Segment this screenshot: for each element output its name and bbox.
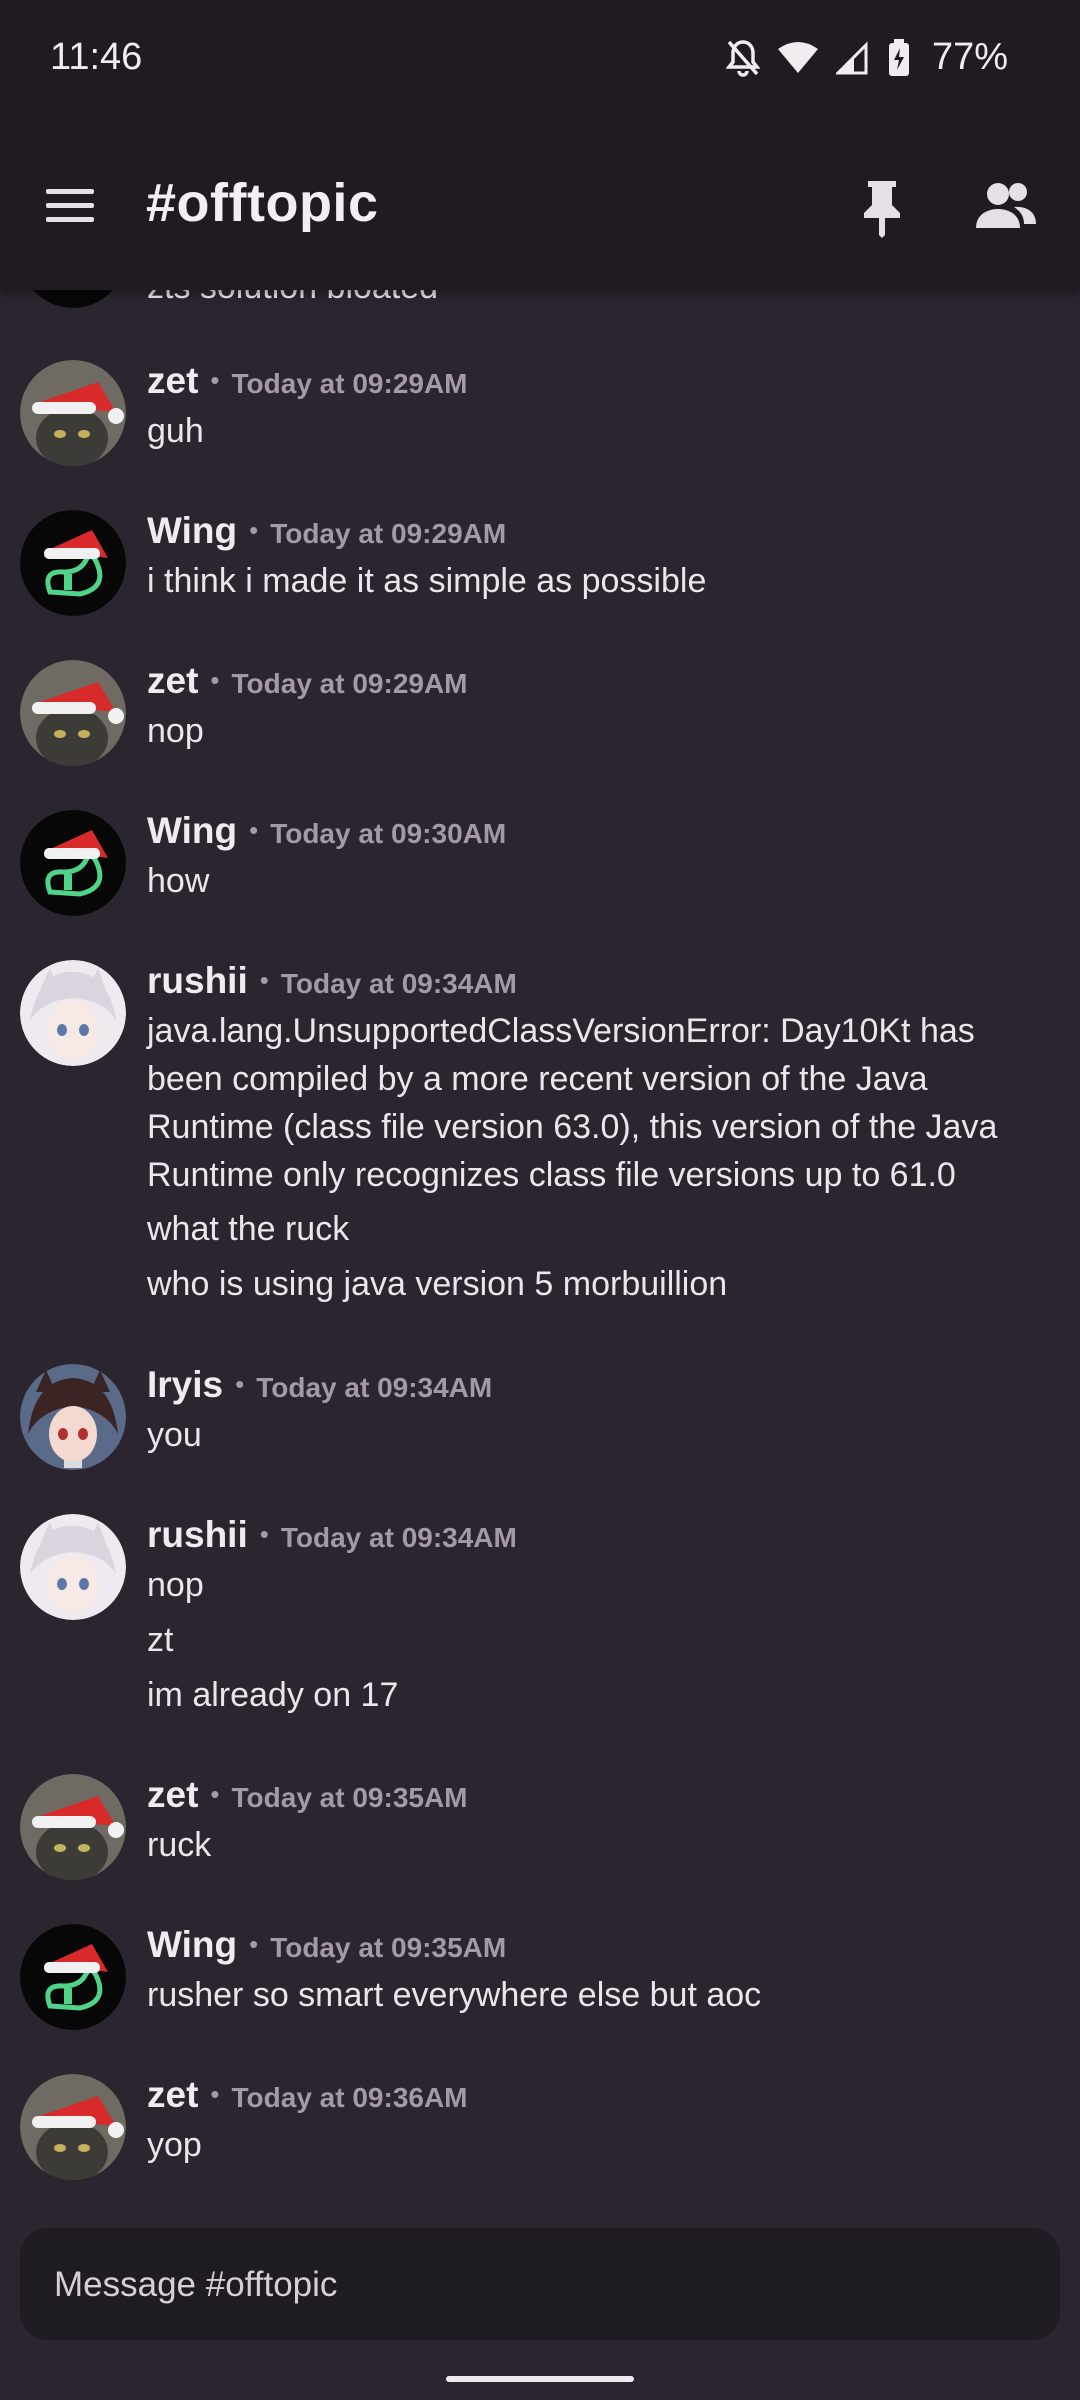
message-header: rushii • Today at 09:34AM [147, 1514, 517, 1556]
menu-icon [46, 189, 94, 222]
timestamp: Today at 09:29AM [231, 368, 468, 399]
message-header: Wing • Today at 09:29AM [147, 510, 506, 552]
message-header: zet • Today at 09:29AM [147, 660, 468, 702]
separator-dot: • [210, 665, 220, 695]
message-input[interactable] [52, 2228, 1016, 2342]
message-text: im already on 17 [147, 1676, 399, 1714]
message-text: ruck [147, 1826, 212, 1864]
separator-dot: • [210, 2079, 220, 2109]
message-header: zet • Today at 09:29AM [147, 360, 468, 402]
avatar[interactable] [20, 960, 126, 1066]
message-composer [20, 2228, 1060, 2342]
avatar[interactable] [20, 660, 126, 766]
wifi-icon [777, 41, 818, 75]
home-handle[interactable] [446, 2376, 634, 2382]
timestamp: Today at 09:34AM [256, 1372, 493, 1403]
author-name[interactable]: Iryis [147, 1364, 223, 1406]
message-header: rushii • Today at 09:34AM [147, 960, 517, 1002]
message-text: zts solution bloated [147, 290, 438, 307]
status-bar: 11:46 77% [0, 0, 1080, 120]
avatar[interactable] [20, 1924, 126, 2030]
avatar[interactable] [20, 1774, 126, 1880]
battery-charging-icon [888, 38, 910, 77]
message-text: java.lang.UnsupportedClassVersionError: … [147, 1012, 975, 1050]
battery-percent: 77% [931, 36, 1008, 78]
message-list[interactable]: zts solution bloated zet • Today at 09:2… [0, 290, 1080, 2220]
author-name[interactable]: Wing [147, 810, 237, 852]
avatar[interactable] [20, 290, 126, 308]
timestamp: Today at 09:36AM [231, 2082, 468, 2113]
message-text: you [147, 1416, 202, 1454]
menu-button[interactable] [40, 175, 100, 235]
separator-dot: • [249, 1929, 259, 1959]
avatar[interactable] [20, 2074, 126, 2180]
message-header: Wing • Today at 09:30AM [147, 810, 506, 852]
pinned-messages-button[interactable] [852, 175, 912, 239]
author-name[interactable]: Wing [147, 510, 237, 552]
timestamp: Today at 09:35AM [270, 1932, 507, 1963]
members-button[interactable] [974, 178, 1038, 234]
pin-icon [864, 181, 900, 238]
channel-header: #offtopic [0, 120, 1080, 290]
message-text: Runtime (class file version 63.0), this … [147, 1108, 998, 1146]
message-text: been compiled by a more recent version o… [147, 1060, 928, 1098]
message-text: guh [147, 412, 204, 450]
timestamp: Today at 09:34AM [280, 1522, 517, 1553]
gesture-nav-bar [0, 2356, 1080, 2400]
separator-dot: • [259, 965, 269, 995]
message-header: zet • Today at 09:35AM [147, 1774, 468, 1816]
message-text: Runtime only recognizes class file versi… [147, 1156, 956, 1194]
avatar[interactable] [20, 810, 126, 916]
channel-title: #offtopic [146, 173, 379, 233]
separator-dot: • [235, 1369, 245, 1399]
message-text: who is using java version 5 morbuillion [147, 1265, 728, 1303]
message-text: i think i made it as simple as possible [147, 562, 707, 600]
author-name[interactable]: zet [147, 2074, 198, 2116]
author-name[interactable]: rushii [147, 1514, 248, 1556]
message-text: zt [147, 1621, 174, 1659]
separator-dot: • [249, 515, 259, 545]
message-text: nop [147, 712, 204, 750]
timestamp: Today at 09:29AM [270, 518, 507, 549]
message-header: Wing • Today at 09:35AM [147, 1924, 506, 1966]
author-name[interactable]: zet [147, 360, 198, 402]
timestamp: Today at 09:30AM [270, 818, 507, 849]
message-text: yop [147, 2126, 202, 2164]
author-name[interactable]: zet [147, 660, 198, 702]
author-name[interactable]: zet [147, 1774, 198, 1816]
avatar[interactable] [20, 1514, 126, 1620]
author-name[interactable]: Wing [147, 1924, 237, 1966]
message-text: rusher so smart everywhere else but aoc [147, 1976, 762, 2014]
separator-dot: • [210, 1779, 220, 1809]
separator-dot: • [249, 815, 259, 845]
status-icons: 77% [725, 36, 1008, 79]
timestamp: Today at 09:35AM [231, 1782, 468, 1813]
status-time: 11:46 [50, 36, 143, 78]
message-header: Iryis • Today at 09:34AM [147, 1364, 492, 1406]
message-text: nop [147, 1566, 204, 1604]
author-name[interactable]: rushii [147, 960, 248, 1002]
members-icon [976, 183, 1036, 228]
message-header: zet • Today at 09:36AM [147, 2074, 468, 2116]
message-text: how [147, 862, 210, 900]
notifications-off-icon [725, 39, 760, 77]
message-text: what the ruck [147, 1210, 350, 1248]
timestamp: Today at 09:29AM [231, 668, 468, 699]
timestamp: Today at 09:34AM [280, 968, 517, 999]
avatar[interactable] [20, 510, 126, 616]
cell-signal-icon [835, 40, 870, 75]
separator-dot: • [259, 1519, 269, 1549]
avatar[interactable] [20, 360, 126, 466]
separator-dot: • [210, 365, 220, 395]
avatar[interactable] [20, 1364, 126, 1470]
